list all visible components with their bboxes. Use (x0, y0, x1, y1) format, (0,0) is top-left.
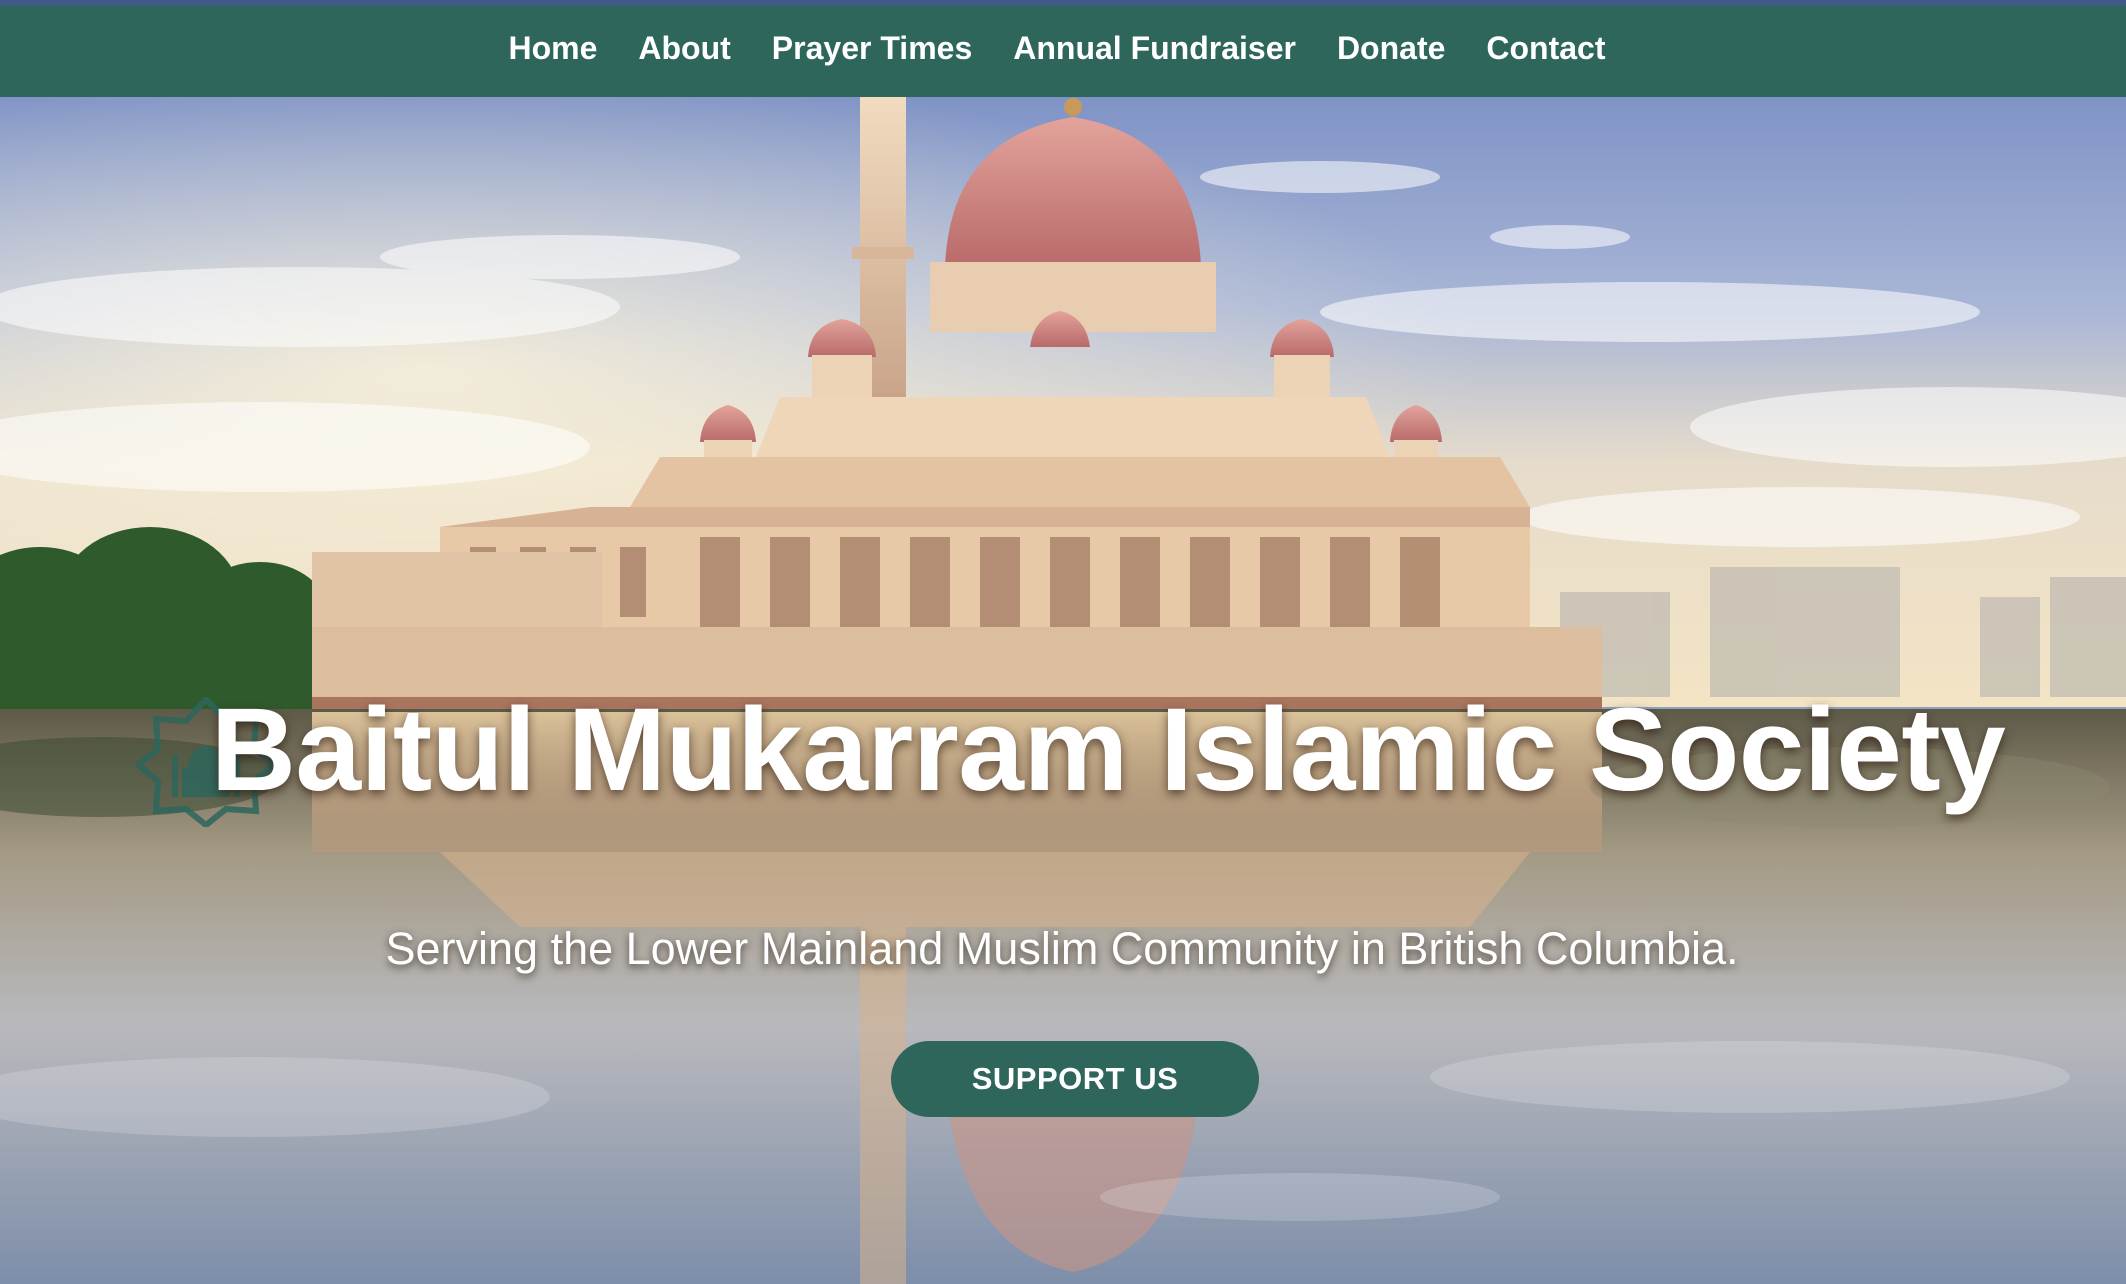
nav-annual-fundraiser-link[interactable]: Annual Fundraiser (1013, 30, 1296, 67)
support-us-button[interactable]: SUPPORT US (891, 1041, 1259, 1117)
hero-section: Baitul Mukarram Islamic Society Serving … (0, 97, 2126, 1284)
nav-prayer-times-link[interactable]: Prayer Times (772, 30, 972, 67)
hero-subtitle: Serving the Lower Mainland Muslim Commun… (385, 923, 1739, 974)
nav-list: Home About Prayer Times Annual Fundraise… (508, 30, 1605, 67)
nav-donate-link[interactable]: Donate (1337, 30, 1445, 67)
hero-title: Baitul Mukarram Islamic Society (210, 684, 2006, 816)
nav-about-link[interactable]: About (638, 30, 730, 67)
nav-home-link[interactable]: Home (508, 30, 597, 67)
nav-contact-link[interactable]: Contact (1486, 30, 1605, 67)
main-navbar: Home About Prayer Times Annual Fundraise… (0, 6, 2126, 97)
